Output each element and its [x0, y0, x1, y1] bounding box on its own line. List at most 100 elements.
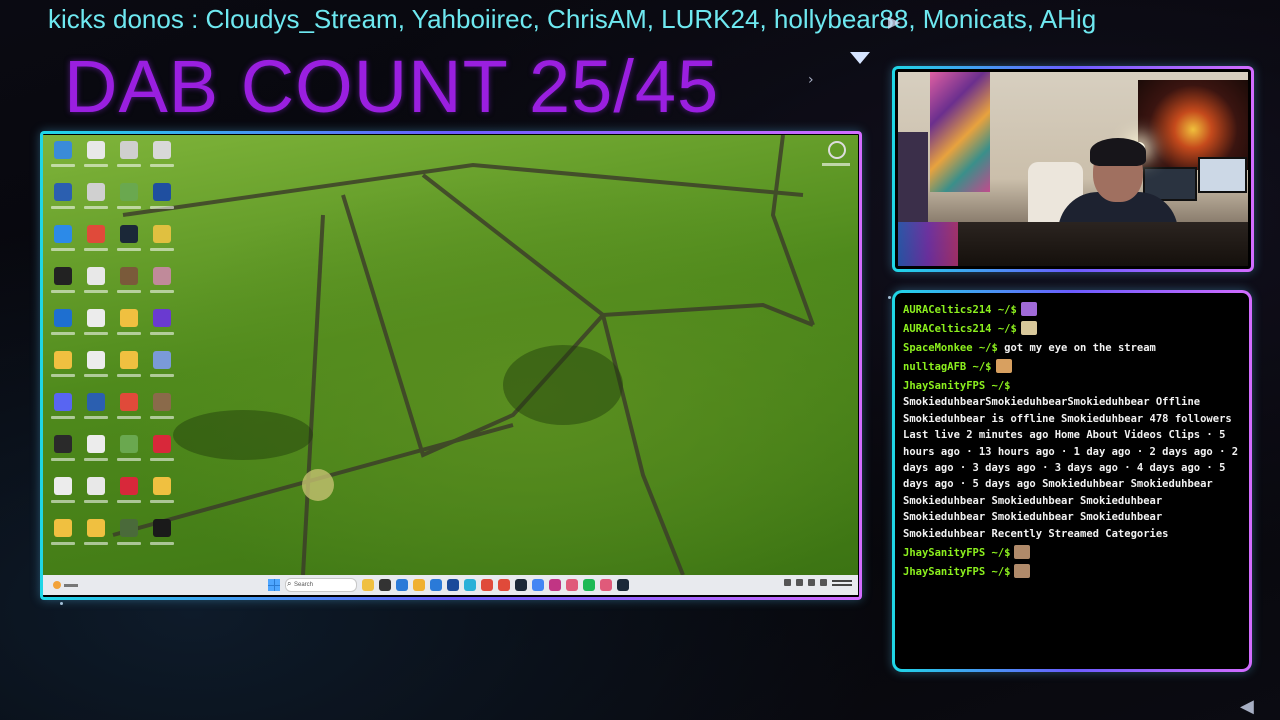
sparkle [60, 602, 63, 605]
windows-start-icon[interactable] [268, 579, 280, 591]
app-icon [87, 519, 105, 537]
taskbar-app-icon[interactable] [498, 579, 510, 591]
taskbar-app-icon[interactable] [532, 579, 544, 591]
weather-widget[interactable] [53, 579, 79, 591]
app-icon [153, 309, 171, 327]
clock[interactable] [832, 579, 852, 586]
taskbar-app-icon[interactable] [396, 579, 408, 591]
desktop-icon[interactable] [47, 267, 79, 309]
desktop-icon[interactable] [80, 267, 112, 309]
desktop-icon[interactable] [113, 141, 145, 183]
app-icon [87, 141, 105, 159]
desktop-icon[interactable] [113, 477, 145, 519]
desktop-icon[interactable] [80, 393, 112, 435]
desktop-icon[interactable] [146, 351, 178, 393]
desktop-icon[interactable] [80, 309, 112, 351]
taskbar-app-icon[interactable] [600, 579, 612, 591]
taskbar-app-icon[interactable] [515, 579, 527, 591]
app-icon [87, 351, 105, 369]
chat-username: JhaySanityFPS ~/$ [903, 380, 1011, 392]
app-icon [153, 267, 171, 285]
desktop-icon[interactable] [80, 435, 112, 477]
network-icon[interactable] [796, 579, 803, 586]
desktop-icon[interactable] [47, 225, 79, 267]
app-icon [87, 183, 105, 201]
desktop-icon[interactable] [47, 309, 79, 351]
taskbar-app-icon[interactable] [583, 579, 595, 591]
chat-username: JhaySanityFPS ~/$ [903, 565, 1011, 578]
desktop-icon[interactable] [113, 183, 145, 225]
dab-counter: DAB COUNT 25/45 [64, 45, 720, 128]
app-icon [120, 225, 138, 243]
desktop-icon[interactable] [146, 225, 178, 267]
desktop-icon[interactable] [80, 183, 112, 225]
desktop-icon[interactable] [80, 351, 112, 393]
desktop-widget[interactable] [822, 141, 852, 171]
desktop-icon[interactable] [113, 519, 145, 561]
taskbar-app-icon[interactable] [447, 579, 459, 591]
desktop-icon[interactable] [113, 393, 145, 435]
battery-icon[interactable] [820, 579, 827, 586]
arrow-left-icon: ◀ [1240, 696, 1254, 717]
emote-icon [1020, 321, 1037, 335]
desktop-icon[interactable] [113, 309, 145, 351]
desktop-icon[interactable] [146, 183, 178, 225]
app-icon [120, 435, 138, 453]
emote-icon [995, 359, 1012, 373]
desktop-icon[interactable] [113, 267, 145, 309]
taskbar-app-icon[interactable] [617, 579, 629, 591]
taskbar-app-icon[interactable] [481, 579, 493, 591]
monitor [1198, 157, 1247, 193]
app-icon [54, 519, 72, 537]
desktop-icon[interactable] [113, 351, 145, 393]
app-icon [54, 225, 72, 243]
chat-message: AURACeltics214 ~/$ [903, 321, 1243, 337]
chat-text: SmokieduhbearSmokieduhbearSmokieduhbear … [903, 396, 1239, 540]
chat-overlay: AURACeltics214 ~/$ AURACeltics214 ~/$ Spac… [903, 302, 1243, 664]
desktop-icon[interactable] [80, 225, 112, 267]
app-icon [153, 435, 171, 453]
chevron-up-icon[interactable] [784, 579, 791, 586]
desktop-icon[interactable] [80, 477, 112, 519]
app-icon [153, 225, 171, 243]
taskbar-app-icon[interactable] [549, 579, 561, 591]
taskbar-app-icon[interactable] [413, 579, 425, 591]
desktop-icon[interactable] [47, 519, 79, 561]
app-icon [153, 141, 171, 159]
desktop-icon[interactable] [146, 141, 178, 183]
desktop-icon[interactable] [146, 435, 178, 477]
desktop-icon[interactable] [146, 393, 178, 435]
taskbar-search[interactable]: Search [285, 578, 357, 592]
app-icon [54, 477, 72, 495]
taskbar-app-icon[interactable] [379, 579, 391, 591]
app-icon [87, 477, 105, 495]
desktop-icon[interactable] [113, 225, 145, 267]
desktop-icon-grid [47, 141, 178, 561]
desktop-icon[interactable] [80, 141, 112, 183]
desktop-icon[interactable] [47, 183, 79, 225]
desktop-icon[interactable] [47, 351, 79, 393]
taskbar-app-icon[interactable] [566, 579, 578, 591]
chat-username: nulltagAFB ~/$ [903, 361, 992, 373]
desktop-icon[interactable] [146, 519, 178, 561]
desktop-icon[interactable] [80, 519, 112, 561]
desktop-icon[interactable] [146, 267, 178, 309]
app-icon [120, 141, 138, 159]
desktop-icon[interactable] [47, 477, 79, 519]
windows-taskbar: Search [43, 575, 858, 595]
desktop-icon[interactable] [113, 435, 145, 477]
emote-icon [1020, 302, 1037, 316]
taskbar-app-icon[interactable] [464, 579, 476, 591]
desktop-icon[interactable] [146, 309, 178, 351]
desktop-icon[interactable] [47, 435, 79, 477]
desktop-icon[interactable] [47, 393, 79, 435]
taskbar-app-icon[interactable] [362, 579, 374, 591]
system-tray [784, 579, 852, 586]
desktop-icon[interactable] [47, 141, 79, 183]
taskbar-app-icon[interactable] [430, 579, 442, 591]
chat-username: AURACeltics214 ~/$ [903, 323, 1017, 335]
arrow-right-icon: ▶ [888, 12, 901, 31]
app-icon [87, 393, 105, 411]
volume-icon[interactable] [808, 579, 815, 586]
desktop-icon[interactable] [146, 477, 178, 519]
